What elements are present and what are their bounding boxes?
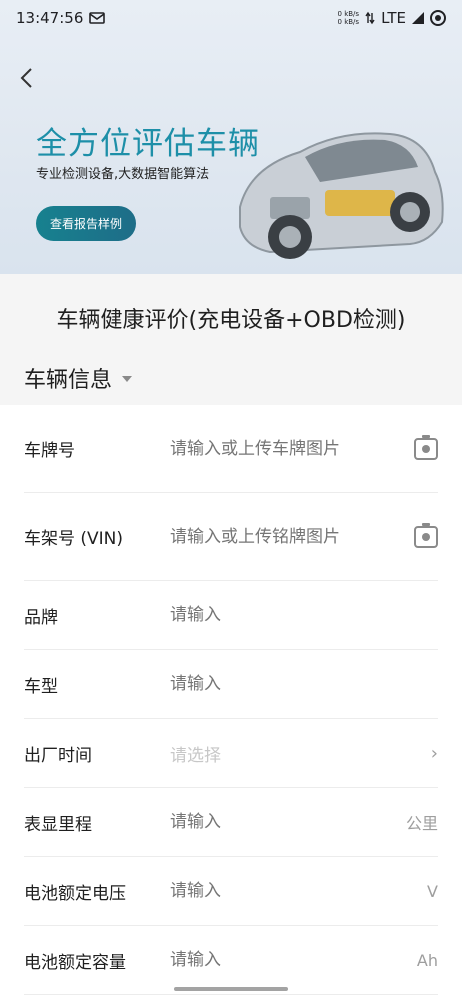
back-button[interactable] — [14, 66, 38, 90]
section-title: 车辆信息 — [24, 368, 113, 393]
battery-voltage-label: 电池额定电压 — [24, 883, 126, 904]
form-row-vin: 车架号 (VIN) — [24, 493, 438, 581]
manufacture-date-select[interactable]: 请选择 — [170, 741, 423, 766]
plate-label: 车牌号 — [24, 441, 75, 461]
home-indicator[interactable] — [174, 987, 288, 991]
chevron-left-icon — [20, 68, 32, 88]
form-row-model: 车型 — [24, 650, 438, 719]
car-illustration — [239, 132, 444, 259]
form-row-manufacture-date[interactable]: 出厂时间 请选择 › — [24, 719, 438, 788]
section-header[interactable]: 车辆信息 — [24, 362, 133, 394]
brand-label: 品牌 — [24, 607, 58, 628]
form-row-battery-voltage: 电池额定电压 V — [24, 857, 438, 926]
camera-icon[interactable] — [414, 434, 438, 460]
clock: 13:47:56 — [16, 9, 84, 27]
network-speed: 0 kB/s 0 kB/s — [337, 10, 360, 26]
message-icon — [89, 12, 106, 24]
manufacture-date-label: 出厂时间 — [24, 745, 92, 766]
battery-capacity-label: 电池额定容量 — [24, 952, 126, 973]
brand-input[interactable] — [170, 605, 438, 625]
vin-label: 车架号 (VIN) — [24, 529, 124, 549]
vin-input[interactable] — [170, 526, 406, 547]
page-title: 车辆健康评价(充电设备+OBD检测) — [56, 308, 406, 333]
form-row-brand: 品牌 — [24, 581, 438, 650]
camera-icon[interactable] — [414, 522, 438, 548]
vehicle-info-form: 车牌号 车架号 (VIN) 品牌 车型 出厂时间 请选择 › 表显里程 公里 电… — [0, 405, 462, 995]
network-type: LTE — [381, 9, 406, 27]
plate-input[interactable] — [170, 438, 406, 459]
battery-capacity-unit: Ah — [416, 950, 438, 970]
model-input[interactable] — [170, 674, 438, 694]
view-sample-report-button[interactable]: 查看报告样例 — [36, 206, 136, 241]
data-arrows-icon — [365, 11, 375, 25]
model-label: 车型 — [24, 676, 58, 697]
chevron-right-icon: › — [430, 742, 438, 764]
mileage-unit: 公里 — [405, 814, 438, 833]
form-row-plate: 车牌号 — [24, 405, 438, 493]
status-bar: 13:47:56 0 kB/s 0 kB/s LTE — [0, 0, 462, 36]
form-row-mileage: 表显里程 公里 — [24, 788, 438, 857]
battery-capacity-input[interactable] — [170, 950, 409, 970]
mileage-label: 表显里程 — [24, 814, 92, 835]
sync-icon — [430, 10, 446, 26]
caret-down-icon — [122, 376, 133, 382]
status-left: 13:47:56 — [16, 9, 106, 27]
banner-title: 全方位评估车辆 — [36, 126, 260, 162]
banner-subtitle: 专业检测设备,大数据智能算法 — [36, 167, 210, 182]
form-row-battery-capacity: 电池额定容量 Ah — [24, 926, 438, 995]
battery-voltage-unit: V — [427, 881, 438, 901]
signal-icon — [412, 12, 424, 24]
hero-banner: 13:47:56 0 kB/s 0 kB/s LTE 全方位评估车辆 专业检测设… — [0, 0, 462, 274]
battery-voltage-input[interactable] — [170, 881, 420, 901]
status-right: 0 kB/s 0 kB/s LTE — [338, 9, 446, 27]
mileage-input[interactable] — [170, 812, 398, 832]
